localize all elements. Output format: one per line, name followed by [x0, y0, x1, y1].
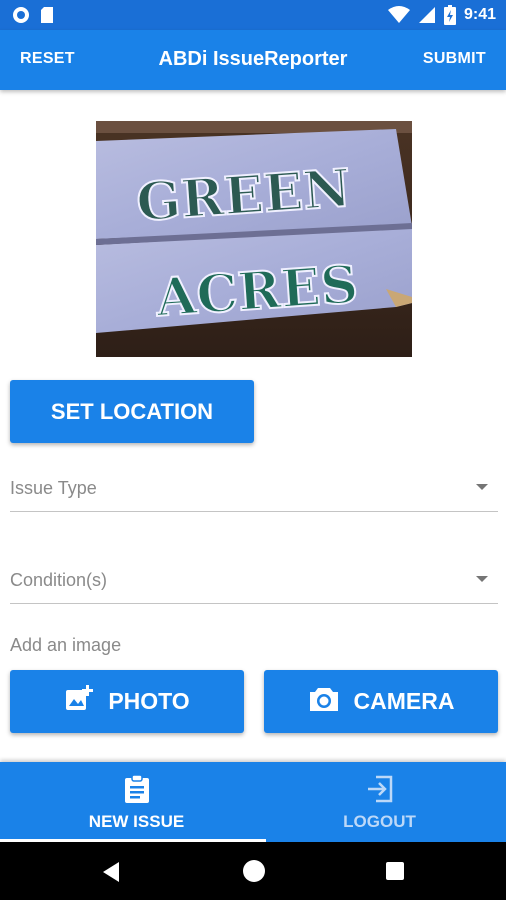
submit-button[interactable]: SUBMIT	[423, 50, 486, 68]
camera-button[interactable]: CAMERA	[264, 670, 498, 733]
bottom-navigation: NEW ISSUE LOGOUT	[0, 762, 506, 842]
recent-apps-icon[interactable]	[386, 862, 404, 880]
dropdown-arrow-icon	[476, 576, 488, 582]
photo-button[interactable]: PHOTO	[10, 670, 244, 733]
logout-icon	[366, 774, 394, 804]
status-time: 9:41	[463, 6, 496, 23]
wifi-icon	[387, 6, 410, 24]
conditions-placeholder: Condition(s)	[10, 570, 108, 590]
nav-logout-label: LOGOUT	[343, 812, 416, 831]
nav-new-issue[interactable]: NEW ISSUE	[10, 762, 263, 842]
signal-icon	[418, 6, 436, 24]
issue-photo: GREEN ACRES	[96, 121, 412, 357]
clipboard-icon	[124, 774, 150, 804]
status-bar: 9:41	[0, 0, 506, 30]
system-navigation-bar	[0, 842, 506, 900]
app-bar: RESET ABDi IssueReporter SUBMIT	[0, 30, 506, 90]
set-location-label: SET LOCATION	[50, 398, 214, 424]
camera-button-label: CAMERA	[353, 688, 455, 714]
issue-type-placeholder: Issue Type	[10, 478, 97, 498]
dropdown-arrow-icon	[476, 484, 488, 490]
sd-card-icon	[40, 6, 54, 24]
battery-icon	[443, 5, 456, 25]
conditions-dropdown[interactable]: Condition(s)	[10, 570, 498, 604]
issue-type-dropdown[interactable]: Issue Type	[10, 478, 498, 512]
back-icon[interactable]	[101, 861, 121, 888]
add-photo-icon	[64, 684, 94, 720]
add-image-label: Add an image	[10, 635, 122, 655]
status-circle-icon	[12, 6, 30, 24]
home-icon[interactable]	[243, 860, 265, 882]
camera-icon	[308, 685, 340, 719]
nav-new-issue-label: NEW ISSUE	[88, 812, 185, 831]
nav-logout[interactable]: LOGOUT	[253, 762, 506, 842]
photo-button-label: PHOTO	[108, 688, 190, 714]
set-location-button[interactable]: SET LOCATION	[10, 380, 254, 443]
